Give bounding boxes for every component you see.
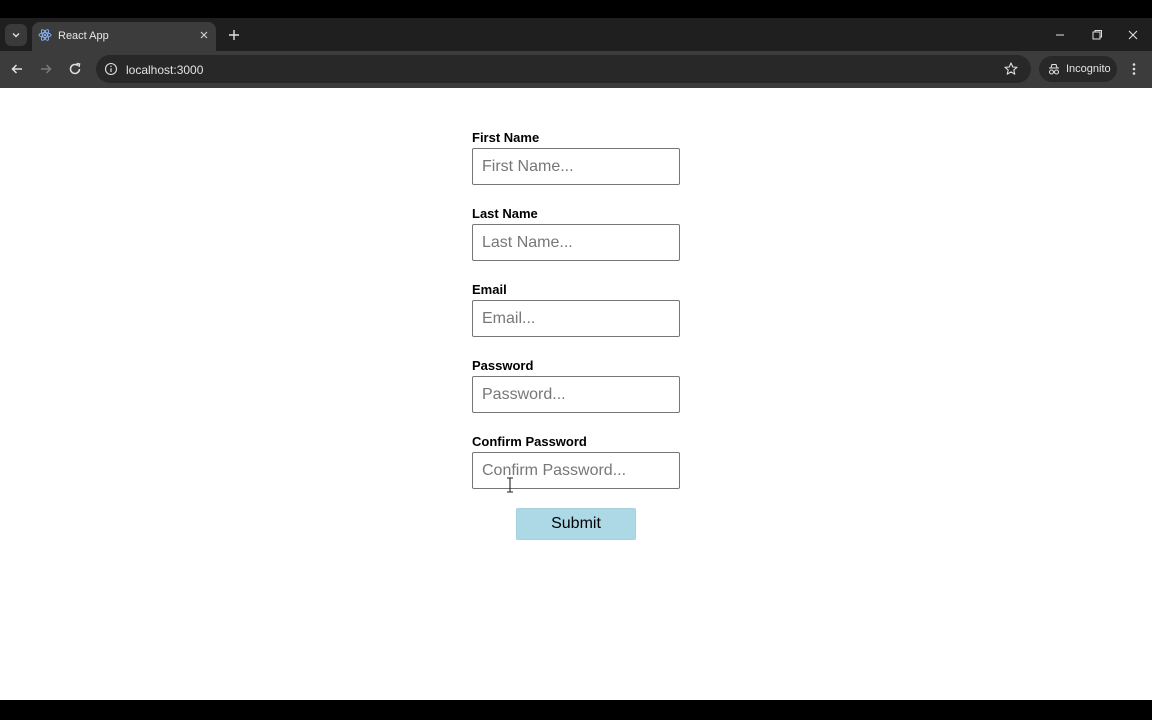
first-name-input[interactable] [472, 148, 680, 185]
first-name-label: First Name [472, 130, 540, 145]
tab-title: React App [58, 30, 109, 42]
tab-react-app[interactable]: React App [32, 22, 216, 51]
password-label: Password [472, 358, 534, 373]
kebab-menu-icon[interactable] [1126, 61, 1142, 77]
password-input[interactable] [472, 376, 680, 413]
confirm-password-input[interactable] [472, 452, 680, 489]
last-name-input[interactable] [472, 224, 680, 261]
tab-search-button[interactable] [5, 24, 27, 46]
submit-button[interactable]: Submit [516, 508, 636, 540]
incognito-icon [1048, 63, 1060, 75]
minimize-icon[interactable] [1052, 27, 1068, 43]
password-field: Password [472, 358, 680, 420]
react-logo-icon [38, 29, 52, 41]
forward-icon[interactable] [38, 61, 54, 77]
plus-icon[interactable] [226, 27, 242, 43]
confirm-password-field: Confirm Password [472, 434, 680, 496]
window-close-icon[interactable] [1125, 27, 1141, 43]
browser-toolbar: localhost:3000 Incognito [0, 51, 1152, 88]
incognito-profile-button[interactable]: Incognito [1039, 56, 1117, 82]
email-label: Email [472, 282, 507, 297]
signup-form: First Name Last Name Email Password Conf… [472, 130, 680, 540]
last-name-label: Last Name [472, 206, 538, 221]
restore-icon[interactable] [1089, 27, 1105, 43]
star-icon[interactable] [1003, 61, 1019, 77]
confirm-password-label: Confirm Password [472, 434, 587, 449]
chevron-down-icon [12, 33, 20, 38]
incognito-label: Incognito [1066, 63, 1111, 75]
email-field: Email [472, 282, 680, 344]
screen-top-border [0, 0, 1152, 18]
text-cursor-icon [507, 477, 513, 493]
reload-icon[interactable] [67, 61, 83, 77]
back-icon[interactable] [9, 61, 25, 77]
last-name-field: Last Name [472, 206, 680, 268]
email-input[interactable] [472, 300, 680, 337]
first-name-field: First Name [472, 130, 680, 192]
address-bar[interactable]: localhost:3000 [96, 55, 1031, 83]
url-text: localhost:3000 [126, 63, 204, 77]
page-viewport: First Name Last Name Email Password Conf… [0, 88, 1152, 700]
screen-bottom-border [0, 700, 1152, 720]
info-icon[interactable] [104, 62, 118, 76]
close-icon[interactable] [198, 29, 210, 41]
tab-strip: React App [0, 18, 1152, 51]
